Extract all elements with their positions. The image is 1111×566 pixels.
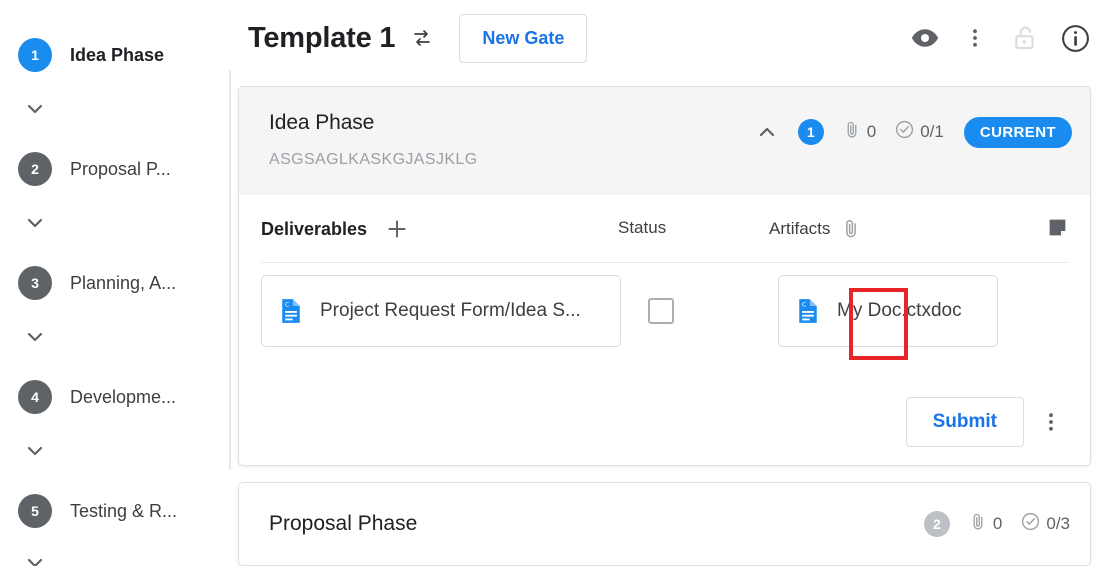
column-artifacts: Artifacts bbox=[769, 218, 862, 240]
sidebar-item-label: Developme... bbox=[70, 386, 177, 407]
row-actions: Submit bbox=[905, 397, 1068, 447]
main-content: Template 1 New Gate Idea Phase ASGSAGLKA… bbox=[231, 0, 1111, 566]
phase-number-badge: 2 bbox=[923, 511, 950, 537]
svg-text:C: C bbox=[802, 300, 807, 308]
phase-card-proposal[interactable]: Proposal Phase 2 0 0/3 bbox=[238, 482, 1091, 566]
attachments-value: 0 bbox=[992, 514, 1003, 533]
sidebar-badge-5: 5 bbox=[18, 494, 52, 528]
new-gate-button[interactable]: New Gate bbox=[459, 13, 588, 63]
more-vert-icon[interactable] bbox=[1034, 399, 1068, 445]
sidebar-item-proposal-phase[interactable]: 2 Proposal P... bbox=[0, 144, 229, 194]
deliverables-table-header: Deliverables Status Artifacts bbox=[261, 195, 1068, 263]
sidebar-item-label: Idea Phase bbox=[70, 44, 165, 65]
sidebar-item-planning[interactable]: 3 Planning, A... bbox=[0, 258, 229, 308]
column-artifacts-label: Artifacts bbox=[769, 219, 831, 238]
sidebar-item-label: Proposal P... bbox=[70, 158, 171, 179]
page-title: Template 1 bbox=[248, 21, 396, 54]
table-row: C Project Request Form/Idea S... C My Do… bbox=[261, 263, 1068, 363]
tasks-value: 0/1 bbox=[920, 122, 944, 141]
top-action-icons bbox=[903, 16, 1097, 60]
tasks-count: 0/1 bbox=[894, 119, 944, 145]
phase-header: Proposal Phase 2 0 0/3 bbox=[239, 483, 1090, 565]
artifact-chip[interactable]: C My Doc.ctxdoc bbox=[778, 275, 998, 347]
paperclip-icon bbox=[968, 512, 988, 537]
phase-number-badge: 1 bbox=[797, 119, 824, 145]
sidebar-badge-1: 1 bbox=[18, 38, 52, 72]
check-circle-icon bbox=[894, 119, 915, 145]
ctxdoc-file-icon: C bbox=[276, 296, 306, 326]
visibility-icon[interactable] bbox=[903, 16, 947, 60]
paperclip-icon[interactable] bbox=[840, 218, 862, 240]
plus-icon[interactable] bbox=[383, 215, 411, 243]
phase-sidebar: 1 Idea Phase 2 Proposal P... 3 Planning,… bbox=[0, 0, 231, 566]
sidebar-item-development[interactable]: 4 Developme... bbox=[0, 372, 229, 422]
sidebar-badge-2: 2 bbox=[18, 152, 52, 186]
phase-meta: 2 0 0/3 bbox=[923, 511, 1070, 537]
attachments-value: 0 bbox=[866, 122, 877, 141]
note-icon[interactable] bbox=[1047, 217, 1068, 238]
deliverable-name: Project Request Form/Idea S... bbox=[320, 300, 581, 321]
chevron-down-icon[interactable] bbox=[22, 550, 48, 566]
sidebar-badge-4: 4 bbox=[18, 380, 52, 414]
unlock-icon[interactable] bbox=[1003, 16, 1047, 60]
deliverable-chip[interactable]: C Project Request Form/Idea S... bbox=[261, 275, 621, 347]
tasks-count: 0/3 bbox=[1020, 511, 1070, 537]
check-circle-icon bbox=[1020, 511, 1041, 537]
ctxdoc-file-icon: C bbox=[793, 296, 823, 326]
sidebar-item-label: Planning, A... bbox=[70, 272, 177, 293]
paperclip-icon bbox=[842, 120, 862, 145]
chevron-up-icon[interactable] bbox=[750, 115, 784, 149]
phase-card-idea: Idea Phase ASGSAGLKASKGJASJKLG 1 0 0/1 C… bbox=[238, 86, 1091, 466]
info-icon[interactable] bbox=[1053, 16, 1097, 60]
sidebar-badge-3: 3 bbox=[18, 266, 52, 300]
chevron-down-icon[interactable] bbox=[22, 438, 48, 464]
chevron-down-icon[interactable] bbox=[22, 324, 48, 350]
phase-header: Idea Phase ASGSAGLKASKGJASJKLG 1 0 0/1 C… bbox=[239, 87, 1090, 195]
app-root: 1 Idea Phase 2 Proposal P... 3 Planning,… bbox=[0, 0, 1111, 566]
column-deliverables: Deliverables bbox=[261, 215, 411, 243]
more-vert-icon[interactable] bbox=[953, 16, 997, 60]
sidebar-item-label: Testing & R... bbox=[70, 500, 178, 521]
status-checkbox[interactable] bbox=[648, 298, 674, 324]
column-deliverables-label: Deliverables bbox=[261, 218, 368, 239]
svg-text:C: C bbox=[285, 300, 290, 308]
sidebar-item-idea-phase[interactable]: 1 Idea Phase bbox=[0, 30, 229, 80]
phase-title: Proposal Phase bbox=[269, 512, 418, 535]
phase-meta: 1 0 0/1 CURRENT bbox=[750, 115, 1072, 149]
attachments-count: 0 bbox=[842, 120, 876, 145]
column-status-label: Status bbox=[618, 218, 667, 237]
phase-subtitle: ASGSAGLKASKGJASJKLG bbox=[269, 151, 478, 168]
chevron-down-icon[interactable] bbox=[22, 210, 48, 236]
phase-title: Idea Phase bbox=[269, 111, 375, 134]
submit-button[interactable]: Submit bbox=[905, 397, 1024, 447]
chevron-down-icon[interactable] bbox=[22, 96, 48, 122]
swap-horizontal-icon[interactable] bbox=[409, 25, 435, 51]
tasks-value: 0/3 bbox=[1046, 514, 1070, 533]
status-badge[interactable]: CURRENT bbox=[963, 116, 1072, 148]
sidebar-item-testing[interactable]: 5 Testing & R... bbox=[0, 486, 229, 536]
artifact-name: My Doc.ctxdoc bbox=[837, 300, 962, 321]
attachments-count: 0 bbox=[968, 512, 1002, 537]
